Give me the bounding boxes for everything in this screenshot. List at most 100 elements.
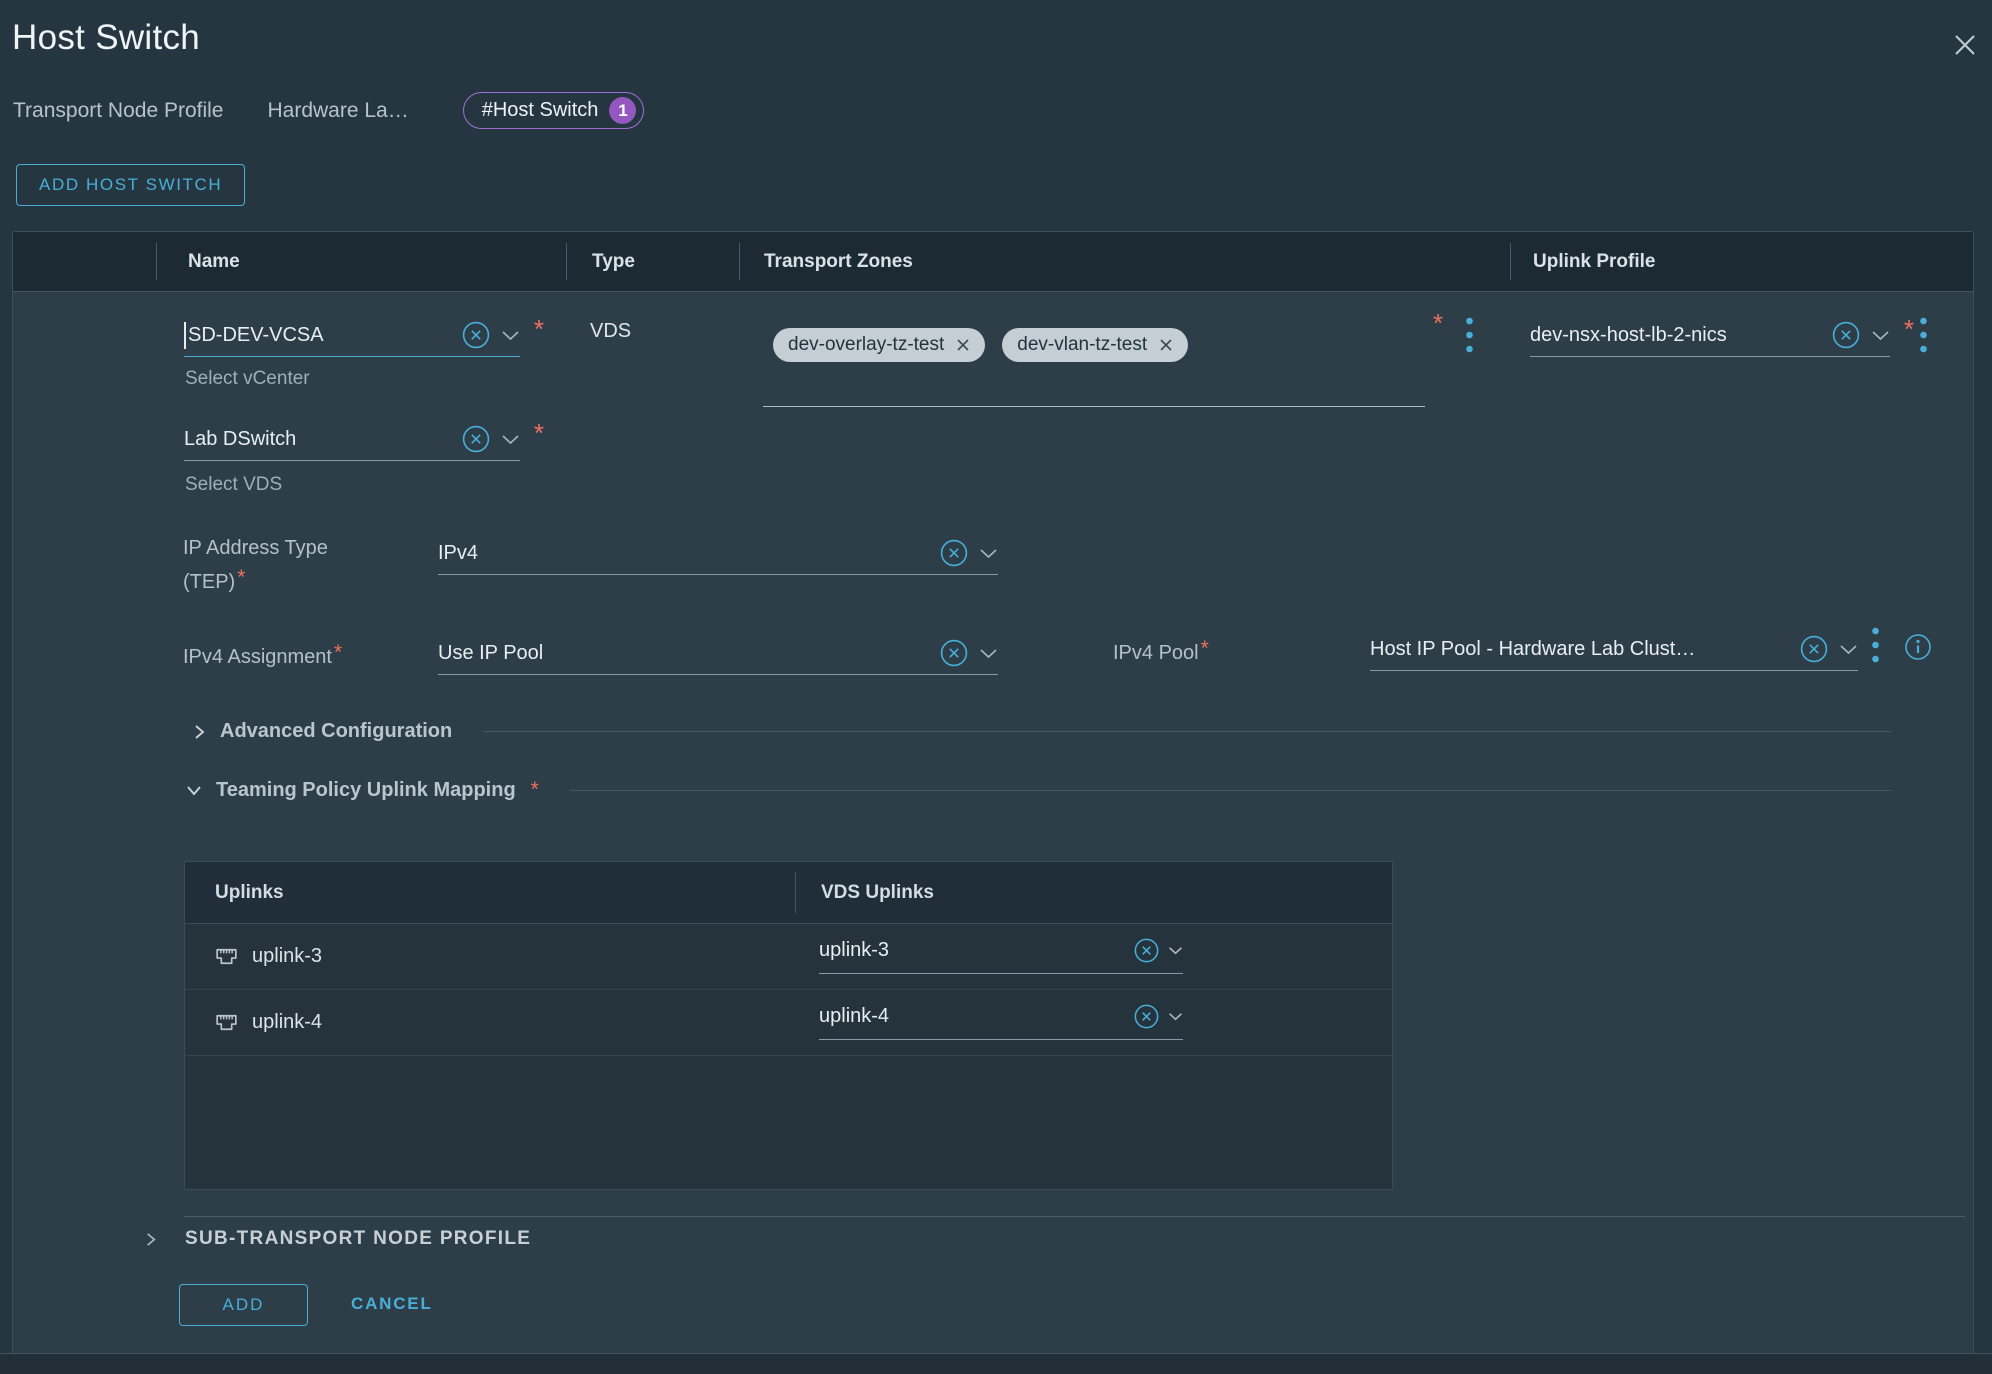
- section-rule: [483, 731, 1891, 732]
- advanced-configuration-toggle[interactable]: Advanced Configuration: [191, 720, 1891, 743]
- close-icon[interactable]: [1950, 30, 1980, 60]
- column-header-uplink-profile: Uplink Profile: [1510, 232, 1973, 291]
- required-marker: *: [534, 316, 544, 342]
- ip-address-type-combobox[interactable]: IPv4: [438, 532, 998, 575]
- vds-helper-text: Select VDS: [185, 474, 282, 496]
- teaming-table-header: Uplinks VDS Uplinks: [185, 862, 1392, 924]
- section-label: SUB-TRANSPORT NODE PROFILE: [185, 1228, 531, 1250]
- chevron-down-icon[interactable]: [1168, 946, 1183, 955]
- chip-label: dev-vlan-tz-test: [1017, 334, 1147, 356]
- clear-icon[interactable]: [1133, 1003, 1160, 1030]
- type-value: VDS: [590, 320, 631, 343]
- tab-transport-node-profile[interactable]: Transport Node Profile: [13, 99, 223, 123]
- chip-label: dev-overlay-tz-test: [788, 334, 944, 356]
- uplink-profile-combobox[interactable]: dev-nsx-host-lb-2-nics *: [1530, 314, 1890, 357]
- host-switch-filter-chip[interactable]: #Host Switch 1: [463, 92, 645, 129]
- column-header-name: Name: [156, 232, 566, 291]
- filter-chip-count-badge: 1: [609, 97, 636, 124]
- clear-icon[interactable]: [1831, 320, 1861, 350]
- transport-zones-field[interactable]: dev-overlay-tz-test dev-vlan-tz-test: [773, 328, 1188, 362]
- teaming-uplinks-table: Uplinks VDS Uplinks uplink-3 uplink-3: [184, 861, 1393, 1190]
- required-marker: *: [1904, 316, 1914, 342]
- table-row: uplink-4 uplink-4: [185, 990, 1392, 1056]
- transport-zone-chip[interactable]: dev-overlay-tz-test: [773, 328, 985, 362]
- chevron-down-icon[interactable]: [1871, 330, 1890, 341]
- cancel-button[interactable]: CANCEL: [351, 1294, 433, 1314]
- column-header-vds-uplinks: VDS Uplinks: [795, 862, 1392, 923]
- next-row-strip: [0, 1353, 1992, 1374]
- transport-zones-underline: [763, 406, 1425, 407]
- text-caret: [184, 322, 186, 349]
- ipv4-pool-value: Host IP Pool - Hardware Lab Clust…: [1370, 638, 1789, 661]
- chevron-down-icon[interactable]: [979, 548, 998, 559]
- uplink-profile-value: dev-nsx-host-lb-2-nics: [1530, 324, 1821, 347]
- add-button[interactable]: ADD: [179, 1284, 308, 1326]
- remove-icon[interactable]: [956, 338, 970, 352]
- clear-icon[interactable]: [939, 638, 969, 668]
- grid-header: Name Type Transport Zones Uplink Profile: [13, 232, 1973, 291]
- chevron-down-icon[interactable]: [1168, 1012, 1183, 1021]
- column-header-uplinks: Uplinks: [185, 882, 795, 904]
- breadcrumb: Transport Node Profile Hardware La… #Hos…: [13, 92, 644, 129]
- ip-address-type-value: IPv4: [438, 542, 929, 565]
- sub-transport-node-profile-toggle[interactable]: SUB-TRANSPORT NODE PROFILE: [143, 1228, 531, 1250]
- host-switch-panel: Host Switch Transport Node Profile Hardw…: [0, 0, 1992, 1374]
- name-helper-text: Select vCenter: [185, 368, 310, 390]
- clear-icon[interactable]: [461, 320, 491, 350]
- chevron-down-icon[interactable]: [1839, 644, 1858, 655]
- section-rule: [570, 790, 1891, 791]
- ip-address-type-label: IP Address Type (TEP)*: [183, 534, 413, 597]
- chevron-down-icon: [185, 782, 203, 798]
- clear-icon[interactable]: [1133, 937, 1160, 964]
- vds-uplink-combobox[interactable]: uplink-3: [819, 928, 1183, 974]
- required-marker: *: [1433, 310, 1443, 336]
- filter-chip-label: #Host Switch: [482, 99, 599, 122]
- uplink-cell: uplink-4: [185, 1009, 322, 1036]
- required-marker: *: [1201, 637, 1209, 660]
- vds-uplink-combobox[interactable]: uplink-4: [819, 994, 1183, 1040]
- teaming-policy-uplink-mapping-toggle[interactable]: Teaming Policy Uplink Mapping *: [185, 778, 1891, 802]
- ipv4-assignment-label: IPv4 Assignment*: [183, 638, 342, 672]
- chevron-down-icon[interactable]: [979, 648, 998, 659]
- add-host-switch-button[interactable]: ADD HOST SWITCH: [16, 164, 245, 206]
- uplink-name: uplink-4: [252, 1011, 322, 1034]
- clear-icon[interactable]: [1799, 634, 1829, 664]
- name-value: SD-DEV-VCSA: [188, 323, 324, 345]
- uplink-profile-menu-icon[interactable]: [1919, 316, 1928, 354]
- required-marker: *: [334, 641, 342, 664]
- section-divider: [184, 1216, 1965, 1217]
- transport-zones-menu-icon[interactable]: [1465, 316, 1474, 354]
- ethernet-port-icon: [213, 1009, 240, 1036]
- ipv4-pool-combobox[interactable]: Host IP Pool - Hardware Lab Clust…: [1370, 628, 1858, 671]
- chevron-right-icon: [191, 723, 207, 741]
- chevron-down-icon[interactable]: [501, 434, 520, 445]
- ipv4-assignment-value: Use IP Pool: [438, 642, 929, 665]
- section-label: Teaming Policy Uplink Mapping: [216, 779, 516, 802]
- ipv4-pool-label: IPv4 Pool*: [1113, 634, 1209, 668]
- tab-hardware-lab[interactable]: Hardware La…: [267, 99, 408, 123]
- host-switch-edit-row: SD-DEV-VCSA * Select vCenter Lab DSwitch: [13, 291, 1973, 1354]
- ipv4-assignment-combobox[interactable]: Use IP Pool: [438, 632, 998, 675]
- clear-icon[interactable]: [461, 424, 491, 454]
- uplink-name: uplink-3: [252, 945, 322, 968]
- column-header-transport-zones: Transport Zones: [739, 232, 1510, 291]
- vds-combobox[interactable]: Lab DSwitch *: [184, 418, 520, 461]
- table-row: uplink-3 uplink-3: [185, 924, 1392, 990]
- section-label: Advanced Configuration: [220, 720, 452, 743]
- transport-zone-chip[interactable]: dev-vlan-tz-test: [1002, 328, 1188, 362]
- expand-column-header: [13, 232, 156, 291]
- required-marker: *: [531, 778, 539, 802]
- required-marker: *: [534, 420, 544, 446]
- name-combobox[interactable]: SD-DEV-VCSA *: [184, 314, 520, 357]
- remove-icon[interactable]: [1159, 338, 1173, 352]
- info-icon[interactable]: [1903, 632, 1933, 662]
- page-title: Host Switch: [12, 18, 200, 58]
- chevron-right-icon: [143, 1231, 158, 1248]
- clear-icon[interactable]: [939, 538, 969, 568]
- vds-uplink-value: uplink-3: [819, 939, 1125, 962]
- vds-value: Lab DSwitch: [184, 428, 451, 451]
- ipv4-pool-menu-icon[interactable]: [1871, 626, 1880, 664]
- ethernet-port-icon: [213, 943, 240, 970]
- host-switch-grid: Name Type Transport Zones Uplink Profile…: [12, 231, 1974, 1354]
- chevron-down-icon[interactable]: [501, 330, 520, 341]
